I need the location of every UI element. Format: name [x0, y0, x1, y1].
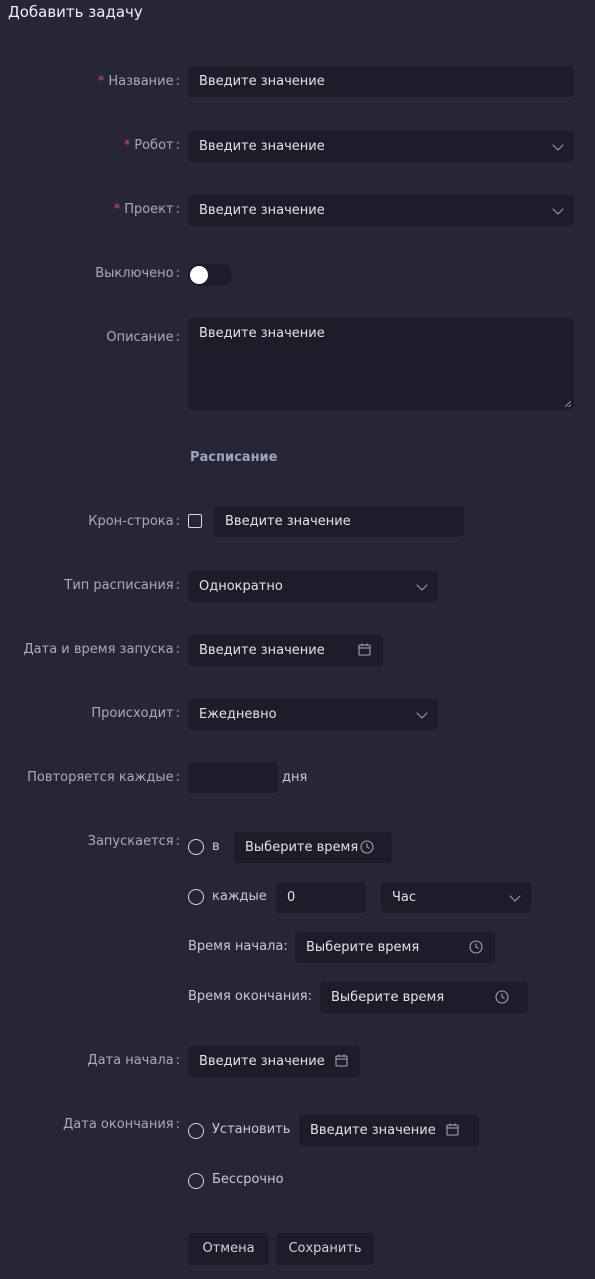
repeat-unit: дня — [282, 770, 308, 785]
chevron-down-icon — [552, 203, 564, 215]
end-time-picker[interactable]: Выберите время — [320, 982, 528, 1013]
start-time-label: Время начала: — [188, 939, 288, 954]
runs-at-time-picker[interactable]: Выберите время — [234, 832, 392, 863]
end-time-label: Время окончания: — [188, 989, 312, 1004]
description-label: Описание: — [106, 330, 180, 345]
repeat-input[interactable] — [188, 762, 278, 793]
calendar-icon — [335, 1054, 348, 1067]
end-date-label: Дата окончания: — [63, 1117, 180, 1132]
disabled-label: Выключено: — [95, 266, 180, 281]
clock-icon — [360, 840, 374, 854]
launch-datetime-label: Дата и время запуска: — [23, 642, 180, 657]
runs-at-radio[interactable] — [188, 839, 204, 855]
chevron-down-icon — [509, 890, 521, 902]
cron-checkbox[interactable] — [188, 514, 202, 528]
schedule-type-select[interactable]: Однократно — [188, 571, 438, 602]
resize-grip-icon[interactable] — [565, 401, 571, 407]
end-date-never-label: Бессрочно — [212, 1172, 284, 1187]
runs-label: Запускается: — [87, 834, 180, 849]
project-label: * Проект: — [113, 202, 180, 217]
toggle-knob — [190, 266, 208, 284]
start-time-picker[interactable]: Выберите время — [295, 932, 495, 963]
schedule-type-label: Тип расписания: — [64, 578, 180, 593]
description-textarea[interactable]: Введите значение — [188, 318, 574, 410]
occurs-label: Происходит: — [91, 706, 180, 721]
robot-select[interactable]: Введите значение — [188, 131, 574, 162]
launch-datetime-picker[interactable]: Введите значение — [188, 635, 383, 666]
calendar-icon — [446, 1123, 459, 1136]
name-label: * Название: — [97, 74, 180, 89]
cron-label: Крон-строка: — [88, 514, 180, 529]
schedule-section-title: Расписание — [190, 450, 278, 465]
runs-every-input[interactable]: 0 — [276, 882, 366, 913]
start-date-label: Дата начала: — [87, 1053, 180, 1068]
end-date-picker[interactable]: Введите значение — [299, 1115, 479, 1146]
required-mark: * — [123, 138, 131, 153]
chevron-down-icon — [416, 579, 428, 591]
runs-every-label: каждые — [212, 889, 267, 904]
name-input[interactable]: Введите значение — [188, 66, 574, 97]
disabled-toggle[interactable] — [188, 264, 232, 286]
clock-icon — [495, 990, 509, 1004]
clock-icon — [469, 940, 483, 954]
cancel-button[interactable]: Отмена — [188, 1233, 269, 1265]
project-select[interactable]: Введите значение — [188, 195, 574, 226]
dialog-title: Добавить задачу — [8, 3, 143, 21]
robot-label: * Робот: — [123, 138, 180, 153]
chevron-down-icon — [552, 139, 564, 151]
cron-input[interactable]: Введите значение — [214, 506, 464, 537]
required-mark: * — [97, 74, 105, 89]
runs-at-label: в — [212, 839, 220, 854]
end-date-never-radio[interactable] — [188, 1173, 204, 1189]
end-date-set-radio[interactable] — [188, 1123, 204, 1139]
runs-every-radio[interactable] — [188, 889, 204, 905]
start-date-picker[interactable]: Введите значение — [188, 1046, 360, 1077]
chevron-down-icon — [416, 707, 428, 719]
runs-every-unit-select[interactable]: Час — [381, 882, 531, 913]
calendar-icon — [358, 643, 371, 656]
save-button[interactable]: Сохранить — [276, 1233, 374, 1265]
required-mark: * — [113, 202, 121, 217]
repeat-label: Повторяется каждые: — [27, 770, 180, 785]
occurs-select[interactable]: Ежедневно — [188, 699, 438, 730]
end-date-set-label: Установить — [212, 1122, 291, 1137]
